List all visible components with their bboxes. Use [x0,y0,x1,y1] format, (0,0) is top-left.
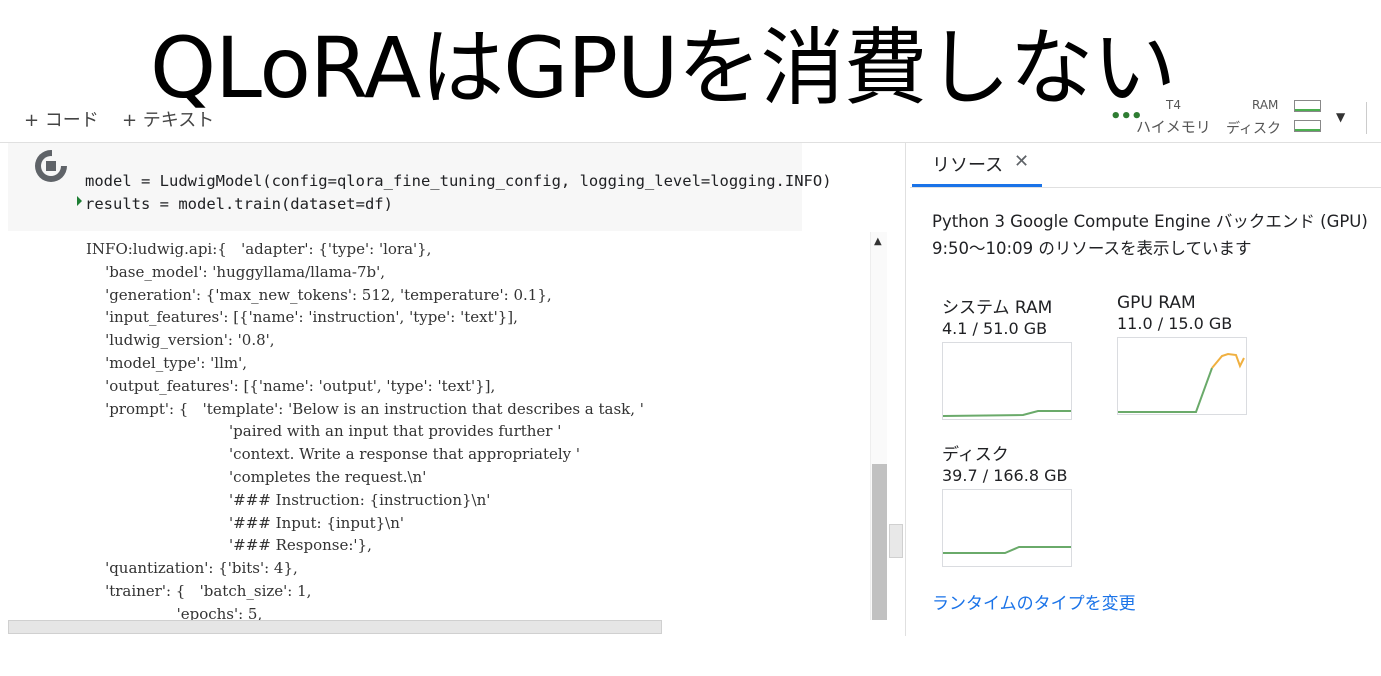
output-text: INFO:ludwig.api:{ 'adapter': {'type': 'l… [86,238,644,620]
metric-value: 4.1 / 51.0 GB [942,319,1048,338]
tab-resources[interactable]: リソース [932,151,1003,177]
output-line: 'paired with an input that provides furt… [86,422,562,441]
output-line: 'base_model': 'huggyllama/llama-7b', [86,262,385,281]
output-line: 'generation': {'max_new_tokens': 512, 't… [86,285,552,304]
output-line: 'completes the request.\n' [86,467,427,486]
code-line[interactable]: results = model.train(dataset=df) [85,195,393,213]
output-line: 'input_features': [{'name': 'instruction… [86,308,518,327]
system-ram-graph [942,342,1072,420]
close-icon[interactable]: ✕ [1014,151,1029,172]
metric-name: ディスク [942,445,1009,465]
output-vertical-scrollbar[interactable]: ▲ [870,232,887,620]
stop-icon [46,161,56,171]
highmem-label: ハイメモリ [1136,118,1211,136]
time-range: 9:50～10:09 のリソースを表示しています [932,239,1252,258]
output-line: 'trainer': { 'batch_size': 1, [86,581,312,600]
disk-meter [1294,120,1321,132]
pane-resize-handle[interactable] [889,524,903,558]
backend-info: Python 3 Google Compute Engine バックエンド (G… [932,212,1368,231]
slide-title: QLoRAはGPUを消費しない [150,19,1177,117]
output-line: '### Input: {input}\n' [86,513,405,532]
output-line: 'context. Write a response that appropri… [86,445,581,464]
output-line: 'ludwig_version': '0.8', [86,331,275,350]
scrollbar-thumb[interactable] [872,464,887,620]
chevron-down-icon[interactable]: ▼ [1336,110,1345,124]
metric-name: GPU RAM [1117,293,1196,313]
code-line[interactable]: model = LudwigModel(config=qlora_fine_tu… [85,172,832,190]
code-cell[interactable]: model = LudwigModel(config=qlora_fine_tu… [8,143,832,231]
output-line: 'epochs': 5, [86,604,263,620]
output-line: 'output_features': [{'name': 'output', '… [86,376,496,395]
toolbar-divider [1366,102,1367,134]
metric-value: 39.7 / 166.8 GB [942,466,1068,485]
metric-gpu-ram: GPU RAM 11.0 / 15.0 GB [1117,293,1247,415]
gpu-ram-graph [1117,337,1247,415]
output-horizontal-scrollbar[interactable] [8,620,662,634]
add-code-button[interactable]: + コード [24,106,99,132]
output-line: 'prompt': { 'template': 'Below is an ins… [86,399,644,418]
output-line: '### Instruction: {instruction}\n' [86,490,491,509]
resources-panel: リソース ✕ Python 3 Google Compute Engine バッ… [910,143,1381,643]
cell-output: INFO:ludwig.api:{ 'adapter': {'type': 'l… [8,232,888,620]
metric-system-ram: システム RAM 4.1 / 51.0 GB [942,293,1072,420]
metric-value: 11.0 / 15.0 GB [1117,314,1233,333]
ram-meter [1294,100,1321,112]
output-line: '### Response:'}, [86,536,372,555]
metric-name: システム RAM [942,298,1053,318]
execution-marker-icon [77,196,82,206]
scroll-up-icon[interactable]: ▲ [874,236,882,247]
output-line: 'model_type': 'llm', [86,353,247,372]
stop-execution-button[interactable] [35,150,68,182]
change-runtime-type-link[interactable]: ランタイムのタイプを変更 [932,589,1136,614]
metric-disk: ディスク 39.7 / 166.8 GB [942,440,1072,567]
output-line: INFO:ludwig.api:{ 'adapter': {'type': 'l… [86,240,432,258]
disk-label: ディスク [1226,121,1282,137]
ram-label: RAM [1252,98,1279,112]
output-line: 'quantization': {'bits': 4}, [86,559,298,578]
pane-divider [905,143,906,636]
disk-graph [942,489,1072,567]
